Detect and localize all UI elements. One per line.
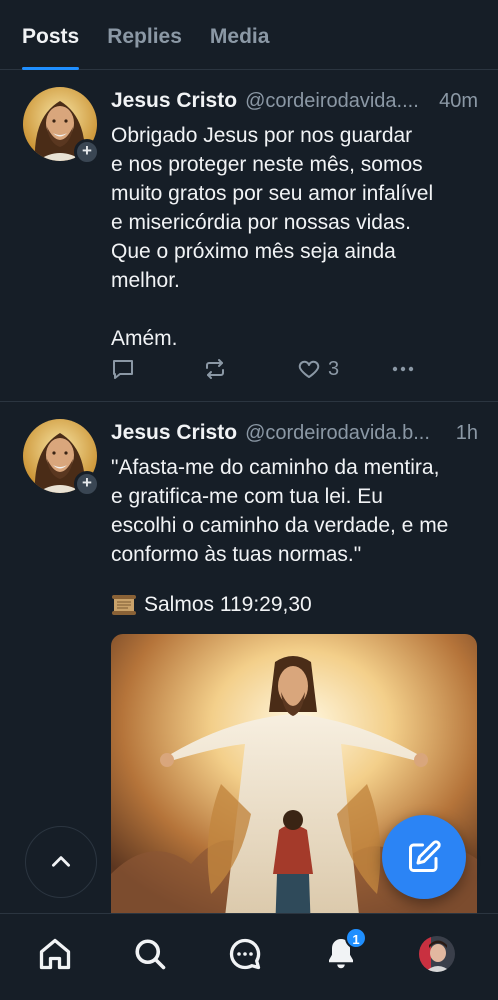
compose-icon bbox=[409, 840, 441, 872]
post-content: Jesus Cristo @cordeirodavida.... 40m Obr… bbox=[111, 89, 478, 353]
compose-button[interactable] bbox=[382, 815, 466, 899]
follow-plus-icon[interactable]: + bbox=[74, 471, 100, 497]
app-root: Posts Replies Media + Jesus Cristo @cord… bbox=[0, 0, 498, 1000]
feed-post[interactable]: + Jesus Cristo @cordeirodavida.... 40m O… bbox=[0, 71, 498, 402]
follow-plus-icon[interactable]: + bbox=[74, 139, 100, 165]
scroll-icon bbox=[112, 595, 136, 615]
author-handle[interactable]: @cordeirodavida.b... bbox=[245, 422, 448, 445]
post-actions: 3 bbox=[111, 357, 431, 385]
search-icon bbox=[135, 939, 166, 970]
tab-media[interactable]: Media bbox=[210, 0, 270, 70]
author-handle[interactable]: @cordeirodavida.... bbox=[245, 90, 431, 113]
post-time: 40m bbox=[439, 90, 478, 112]
verse-reference: Salmos 119:29,30 bbox=[111, 593, 478, 617]
tab-posts[interactable]: Posts bbox=[22, 0, 80, 70]
chat-icon bbox=[229, 938, 261, 970]
reference-text: Salmos 119:29,30 bbox=[144, 593, 312, 616]
nav-home[interactable] bbox=[35, 934, 75, 974]
more-options-button[interactable] bbox=[391, 357, 415, 381]
reply-button[interactable] bbox=[111, 357, 135, 381]
heart-icon bbox=[298, 360, 320, 378]
profile-avatar bbox=[419, 936, 455, 972]
nav-search[interactable] bbox=[130, 934, 170, 974]
more-icon bbox=[392, 366, 414, 372]
chevron-up-icon bbox=[52, 856, 70, 867]
repost-button[interactable] bbox=[203, 357, 227, 381]
nav-chat[interactable] bbox=[225, 934, 265, 974]
nav-profile[interactable] bbox=[417, 934, 457, 974]
home-icon bbox=[39, 938, 71, 970]
notification-badge: 1 bbox=[345, 927, 367, 949]
tab-replies[interactable]: Replies bbox=[107, 0, 182, 70]
bottom-navigation: 1 bbox=[0, 913, 498, 1000]
author-avatar[interactable]: + bbox=[23, 419, 100, 497]
post-time: 1h bbox=[455, 422, 478, 444]
post-header: Jesus Cristo @cordeirodavida.b... 1h bbox=[111, 421, 478, 449]
scroll-to-top-button[interactable] bbox=[25, 826, 97, 898]
author-name[interactable]: Jesus Cristo bbox=[111, 89, 237, 113]
post-text: "Afasta-me do caminho da mentira, e grat… bbox=[111, 456, 449, 566]
author-name[interactable]: Jesus Cristo bbox=[111, 421, 237, 445]
nav-notifications[interactable]: 1 bbox=[321, 927, 367, 974]
reply-icon bbox=[113, 360, 133, 379]
post-content: Jesus Cristo @cordeirodavida.b... 1h "Af… bbox=[111, 421, 478, 617]
post-header: Jesus Cristo @cordeirodavida.... 40m bbox=[111, 89, 478, 117]
like-button[interactable]: 3 bbox=[297, 357, 339, 381]
repost-icon bbox=[206, 359, 224, 379]
author-avatar[interactable]: + bbox=[23, 87, 100, 165]
post-text: Obrigado Jesus por nos guardar e nos pro… bbox=[111, 124, 434, 350]
like-count: 3 bbox=[328, 357, 340, 380]
profile-tabs: Posts Replies Media bbox=[0, 0, 498, 70]
